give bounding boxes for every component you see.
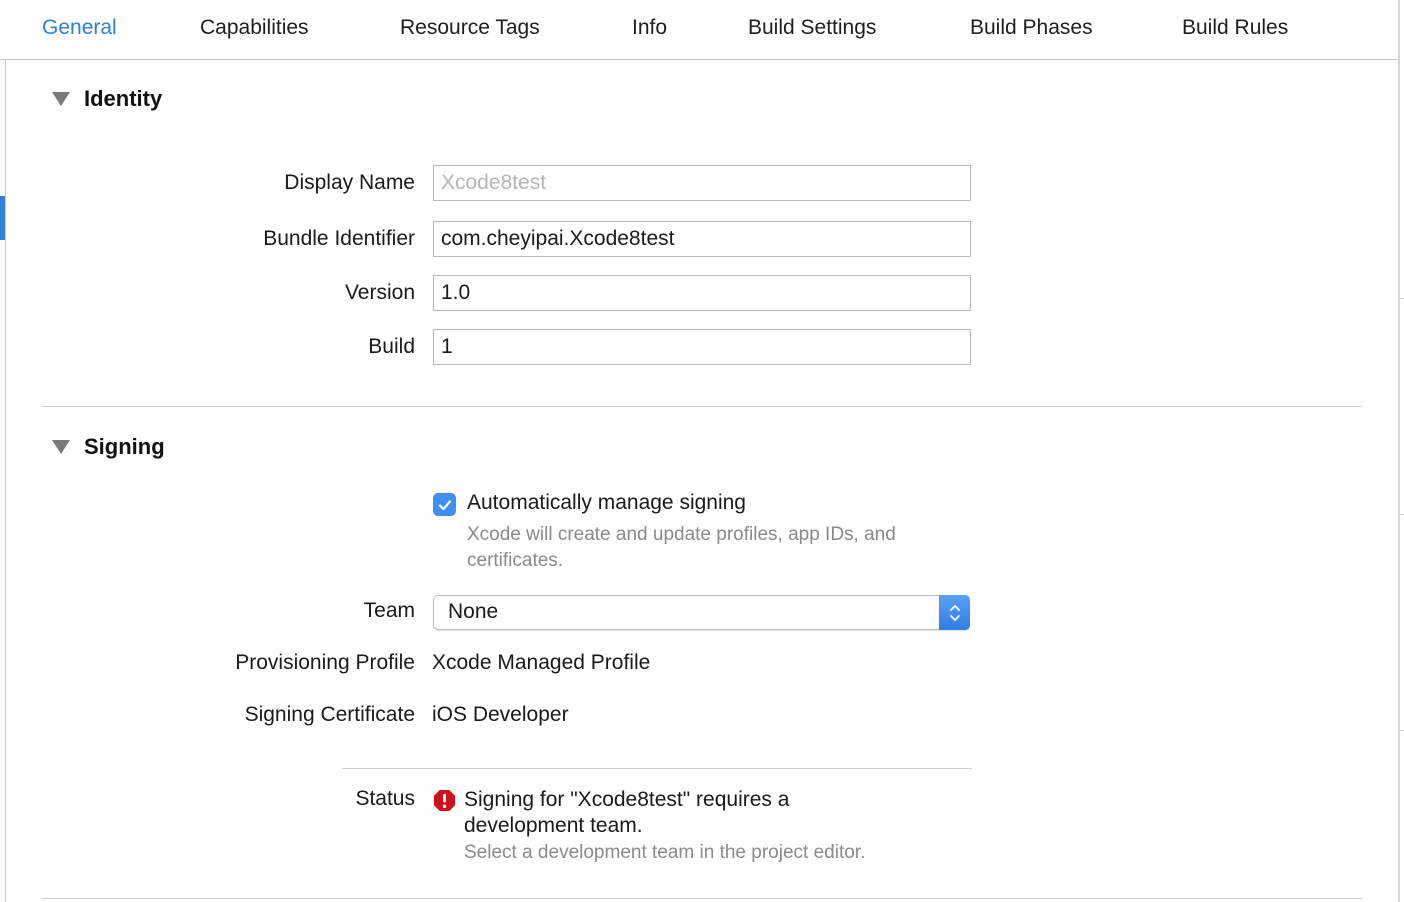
bundle-identifier-field[interactable]: com.cheyipai.Xcode8test	[433, 221, 971, 257]
status-label: Status	[355, 787, 415, 810]
selected-target-indicator[interactable]	[0, 196, 5, 240]
status-help: Select a development team in the project…	[464, 842, 866, 863]
tab-capabilities[interactable]: Capabilities	[200, 16, 309, 40]
section-divider	[42, 898, 1362, 899]
build-field[interactable]: 1	[433, 329, 971, 365]
section-divider	[42, 406, 1362, 407]
version-field[interactable]: 1.0	[433, 275, 971, 311]
display-name-field[interactable]: Xcode8test	[433, 165, 971, 201]
version-label: Version	[344, 281, 415, 304]
provisioning-profile-label: Provisioning Profile	[235, 651, 415, 674]
tab-build-phases[interactable]: Build Phases	[970, 16, 1093, 40]
tab-info[interactable]: Info	[632, 16, 667, 40]
tab-bar: General Capabilities Resource Tags Info …	[0, 0, 1398, 60]
tab-build-settings[interactable]: Build Settings	[748, 16, 876, 40]
disclosure-triangle-down-icon[interactable]	[52, 440, 70, 454]
status-message: Signing for "Xcode8test" requires a deve…	[464, 788, 790, 837]
build-label: Build	[368, 335, 415, 358]
tab-build-rules[interactable]: Build Rules	[1182, 16, 1288, 40]
section-title: Signing	[84, 434, 165, 459]
team-popup-value: None	[448, 600, 499, 623]
tab-resource-tags[interactable]: Resource Tags	[400, 16, 540, 40]
identity-section-header[interactable]: Identity	[52, 86, 162, 112]
team-popup[interactable]: None	[433, 595, 970, 630]
section-title: Identity	[84, 86, 163, 111]
status-divider	[342, 768, 972, 769]
right-edge-tick	[1398, 730, 1404, 731]
auto-manage-signing-help: Xcode will create and update profiles, a…	[467, 524, 896, 571]
display-name-label: Display Name	[284, 171, 415, 194]
checkmark-icon	[438, 499, 451, 510]
right-edge-tick	[1398, 514, 1404, 515]
bundle-identifier-label: Bundle Identifier	[263, 227, 415, 250]
window-right-edge	[1398, 0, 1400, 902]
auto-manage-signing-checkbox[interactable]	[433, 493, 456, 516]
signing-section-header[interactable]: Signing	[52, 434, 165, 460]
up-down-chevron-icon[interactable]	[939, 595, 970, 630]
error-exclamation-icon	[433, 789, 456, 812]
disclosure-triangle-down-icon[interactable]	[52, 92, 70, 106]
right-edge-tick	[1398, 298, 1404, 299]
provisioning-profile-value: Xcode Managed Profile	[432, 651, 651, 674]
signing-certificate-label: Signing Certificate	[244, 703, 415, 726]
team-label: Team	[363, 599, 415, 622]
tab-general[interactable]: General	[42, 16, 117, 40]
signing-certificate-value: iOS Developer	[432, 703, 569, 726]
target-list-edge	[0, 60, 6, 902]
auto-manage-signing-label[interactable]: Automatically manage signing	[467, 491, 746, 515]
